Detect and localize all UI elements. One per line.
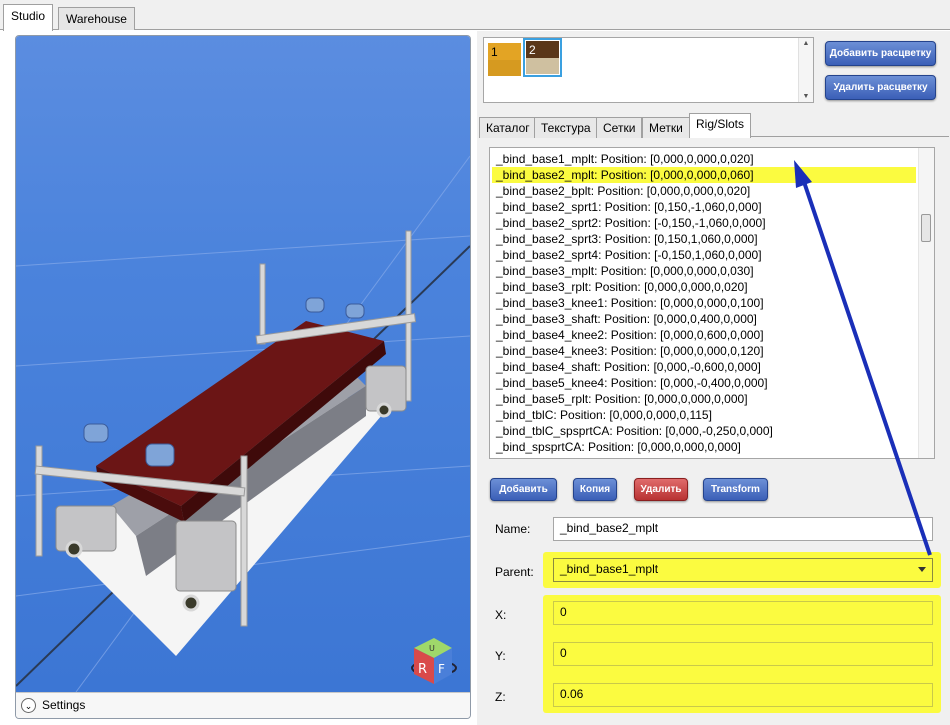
x-label: X: (495, 608, 507, 622)
slot-list-item[interactable]: _bind_base4_shaft: Position: [0,000,-0,6… (492, 359, 916, 375)
add-slot-button[interactable]: Добавить (490, 478, 557, 501)
slot-list-item[interactable]: _bind_base3_knee1: Position: [0,000,0,00… (492, 295, 916, 311)
remove-palette-button[interactable]: Удалить расцветку (825, 75, 936, 100)
palette-scrollbar[interactable]: ▲ ▼ (798, 38, 813, 102)
chevron-down-icon (918, 567, 926, 572)
x-input[interactable]: 0 (553, 601, 933, 625)
svg-text:U: U (429, 644, 435, 653)
scroll-thumb[interactable] (921, 214, 931, 242)
orientation-gizmo: R F U (411, 638, 457, 684)
slot-list-item[interactable]: _bind_base2_mplt: Position: [0,000,0,000… (492, 167, 916, 183)
slot-list-item[interactable]: _bind_base1_mplt: Position: [0,000,0,000… (492, 151, 916, 167)
slot-list-item[interactable]: _bind_base4_knee2: Position: [0,000,0,60… (492, 327, 916, 343)
arrow-down-icon: ▼ (802, 93, 810, 100)
name-input[interactable]: _bind_base2_mplt (553, 517, 933, 541)
settings-label: Settings (42, 698, 86, 712)
chevron-down-icon[interactable]: ⌄ (21, 698, 36, 713)
palette-swatch-2[interactable]: 2 (523, 38, 562, 77)
slot-list-item[interactable]: _bind_base3_mplt: Position: [0,000,0,000… (492, 263, 916, 279)
slot-list-item[interactable]: _bind_tblC: Position: [0,000,0,000,0,115… (492, 407, 916, 423)
z-input[interactable]: 0.06 (553, 683, 933, 707)
viewport-panel: R F U ⌄ Settings (15, 35, 471, 719)
transform-button[interactable]: Transform (703, 478, 768, 501)
slot-list-item[interactable]: _bind_base2_sprt1: Position: [0,150,-1,0… (492, 199, 916, 215)
properties-panel: 1 2 ▲ ▼ Добавить расцветку Удалить расцв… (477, 31, 950, 725)
slot-list-item[interactable]: _bind_tblC_spsprtCA: Position: [0,000,-0… (492, 423, 916, 439)
name-label: Name: (495, 522, 531, 536)
slot-list-item[interactable]: _bind_spsprtCA: Position: [0,000,0,000,0… (492, 439, 916, 455)
delete-slot-button[interactable]: Удалить (634, 478, 688, 501)
slot-list[interactable]: _bind_base1_mplt: Position: [0,000,0,000… (489, 147, 935, 459)
tab-warehouse[interactable]: Warehouse (58, 7, 135, 30)
y-label: Y: (495, 649, 506, 663)
swatch-number: 2 (529, 43, 536, 57)
tab-catalog[interactable]: Каталог (479, 117, 537, 138)
sub-tab-bar: Каталог Текстура Сетки Метки Rig/Slots (479, 113, 949, 138)
svg-text:F: F (438, 662, 445, 676)
tab-texture[interactable]: Текстура (534, 117, 598, 138)
scene-render: R F U (16, 155, 470, 692)
3d-viewport[interactable]: R F U (16, 36, 470, 692)
z-label: Z: (495, 690, 506, 704)
slot-list-item[interactable]: _bind_base2_bplt: Position: [0,000,0,000… (492, 183, 916, 199)
parent-value: _bind_base1_mplt (560, 562, 659, 576)
palette-list[interactable]: 1 2 ▲ ▼ (483, 37, 814, 103)
slot-list-item[interactable]: _bind_base4_knee3: Position: [0,000,0,00… (492, 343, 916, 359)
slot-list-item[interactable]: _bind_base5_knee4: Position: [0,000,-0,4… (492, 375, 916, 391)
slot-list-item[interactable]: _bind_base3_rplt: Position: [0,000,0,000… (492, 279, 916, 295)
slot-list-item[interactable]: _bind_base5_rplt: Position: [0,000,0,000… (492, 391, 916, 407)
copy-slot-button[interactable]: Копия (573, 478, 617, 501)
swatch-number: 1 (491, 45, 498, 59)
parent-select[interactable]: _bind_base1_mplt (553, 558, 933, 582)
slot-list-item[interactable]: _bind_base2_sprt4: Position: [-0,150,1,0… (492, 247, 916, 263)
tab-meshes[interactable]: Сетки (596, 117, 643, 138)
tab-rig-slots[interactable]: Rig/Slots (689, 113, 752, 138)
svg-text:R: R (418, 662, 427, 677)
slot-list-item[interactable]: _bind_base2_sprt3: Position: [0,150,1,06… (492, 231, 916, 247)
tab-tags[interactable]: Метки (642, 117, 690, 138)
y-input[interactable]: 0 (553, 642, 933, 666)
tab-studio[interactable]: Studio (3, 4, 54, 31)
add-palette-button[interactable]: Добавить расцветку (825, 41, 936, 66)
parent-label: Parent: (495, 565, 534, 579)
window-tab-bar: Studio Warehouse (0, 0, 950, 31)
slot-list-item[interactable]: _bind_base2_sprt2: Position: [-0,150,-1,… (492, 215, 916, 231)
palette-swatch-1[interactable]: 1 (488, 43, 521, 76)
arrow-up-icon: ▲ (802, 40, 810, 47)
settings-bar[interactable]: ⌄ Settings (16, 692, 470, 718)
slot-list-item[interactable]: _bind_base3_shaft: Position: [0,000,0,40… (492, 311, 916, 327)
slot-list-scrollbar[interactable] (918, 148, 934, 458)
